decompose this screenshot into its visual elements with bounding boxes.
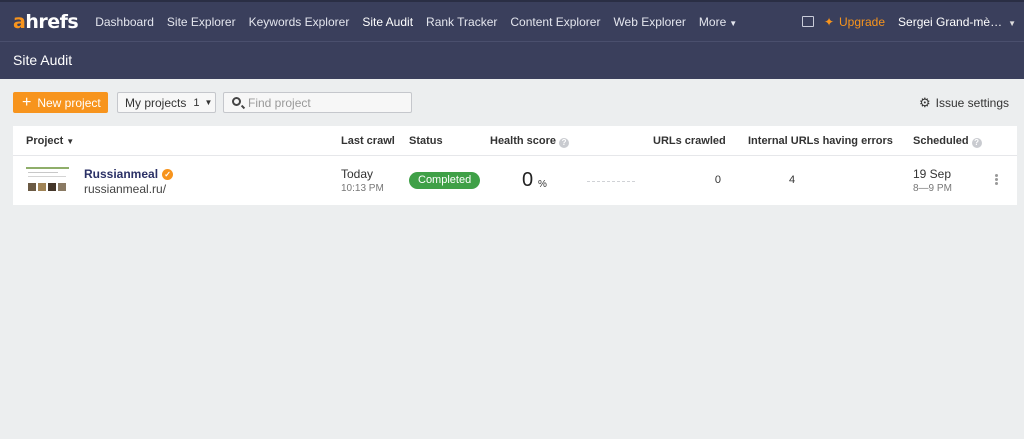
monitor-icon[interactable] (801, 16, 814, 27)
my-projects-label: My projects (125, 95, 187, 110)
more-label: More (698, 14, 727, 29)
gear-icon: ⚙ (918, 95, 931, 110)
projects-table: Project ▼ Last crawl Status Health score?… (13, 126, 1017, 205)
verified-icon: ✓ (162, 168, 174, 180)
new-project-button[interactable]: + New project (13, 92, 108, 113)
page-title: Site Audit (13, 52, 73, 68)
nav-item-rank-tracker[interactable]: Rank Tracker (426, 15, 497, 29)
nav-item-dashboard[interactable]: Dashboard (95, 15, 154, 29)
scheduled-header-label: Scheduled (913, 135, 969, 147)
urls-crawled-value[interactable]: 0 (701, 174, 721, 186)
search-icon (232, 97, 241, 106)
issue-settings-button[interactable]: ⚙ Issue settings (919, 95, 1009, 111)
column-header-internal-errors[interactable]: Internal URLs having errors (748, 135, 893, 147)
status-badge: Completed (409, 172, 481, 189)
column-header-urls-crawled[interactable]: URLs crawled (653, 135, 726, 147)
find-project-search (223, 92, 412, 113)
column-header-scheduled[interactable]: Scheduled? (913, 135, 982, 148)
scheduled-time: 8—9 PM (913, 183, 952, 194)
nav-item-site-audit[interactable]: Site Audit (362, 15, 413, 29)
last-crawl-day: Today (341, 167, 374, 181)
upgrade-label: Upgrade (839, 14, 886, 29)
nav-item-content-explorer[interactable]: Content Explorer (510, 15, 600, 29)
column-header-status[interactable]: Status (409, 135, 443, 147)
find-project-input[interactable] (248, 95, 408, 110)
ahrefs-logo[interactable]: ahrefs (13, 11, 79, 33)
project-name-link[interactable]: Russianmeal ✓ (84, 167, 174, 181)
new-project-label: New project (37, 95, 101, 110)
chevron-down-icon: ▼ (729, 18, 738, 28)
health-score-unit: % (538, 179, 547, 190)
column-header-project[interactable]: Project ▼ (26, 135, 74, 147)
health-score-value: 0 (522, 169, 534, 191)
projects-toolbar: + New project My projects 1 ▼ ⚙ Issue se… (13, 92, 1011, 113)
help-icon[interactable]: ? (559, 138, 570, 148)
nav-item-site-explorer[interactable]: Site Explorer (167, 15, 236, 29)
nav-item-keywords-explorer[interactable]: Keywords Explorer (249, 15, 350, 29)
health-score-header-label: Health score (490, 135, 557, 147)
scheduled-date: 19 Sep (913, 167, 952, 181)
table-header: Project ▼ Last crawl Status Health score?… (13, 126, 1017, 156)
project-thumbnail (26, 165, 69, 196)
sparkle-icon: ✦ (823, 14, 834, 29)
issue-settings-label: Issue settings (935, 96, 1009, 110)
my-projects-dropdown[interactable]: My projects 1 ▼ (117, 92, 216, 113)
kebab-menu-icon[interactable] (994, 174, 1000, 187)
upgrade-link[interactable]: ✦ Upgrade (824, 15, 885, 29)
table-row[interactable]: Russianmeal ✓ russianmeal.ru/ Today 10:1… (13, 156, 1017, 205)
help-icon[interactable]: ? (971, 138, 982, 148)
nav-item-web-explorer[interactable]: Web Explorer (613, 15, 685, 29)
chevron-down-icon: ▼ (204, 98, 213, 107)
last-crawl-time: 10:13 PM (341, 183, 384, 194)
user-menu[interactable]: Sergei Grand-mè… ▼ (898, 15, 1016, 29)
sort-down-icon: ▼ (66, 137, 75, 146)
topbar-right-tools: ✦ Upgrade Sergei Grand-mè… ▼ (801, 2, 1016, 41)
project-header-label: Project (26, 135, 64, 147)
health-score-sparkline (587, 181, 635, 182)
plus-icon: + (22, 93, 32, 111)
user-name: Sergei Grand-mè… (898, 14, 1003, 29)
my-projects-count: 1 (193, 96, 200, 109)
project-name: Russianmeal (84, 167, 159, 181)
column-header-health-score[interactable]: Health score? (490, 135, 570, 148)
nav-item-more[interactable]: More ▼ (699, 15, 737, 29)
page-header: Site Audit (0, 41, 1024, 79)
top-navigation-bar: ahrefs Dashboard Site Explorer Keywords … (0, 0, 1024, 41)
column-header-last-crawl[interactable]: Last crawl (341, 135, 395, 147)
chevron-down-icon: ▼ (1008, 18, 1016, 28)
internal-errors-value[interactable]: 4 (789, 174, 795, 186)
main-nav: Dashboard Site Explorer Keywords Explore… (95, 15, 750, 29)
project-url: russianmeal.ru/ (84, 182, 167, 196)
